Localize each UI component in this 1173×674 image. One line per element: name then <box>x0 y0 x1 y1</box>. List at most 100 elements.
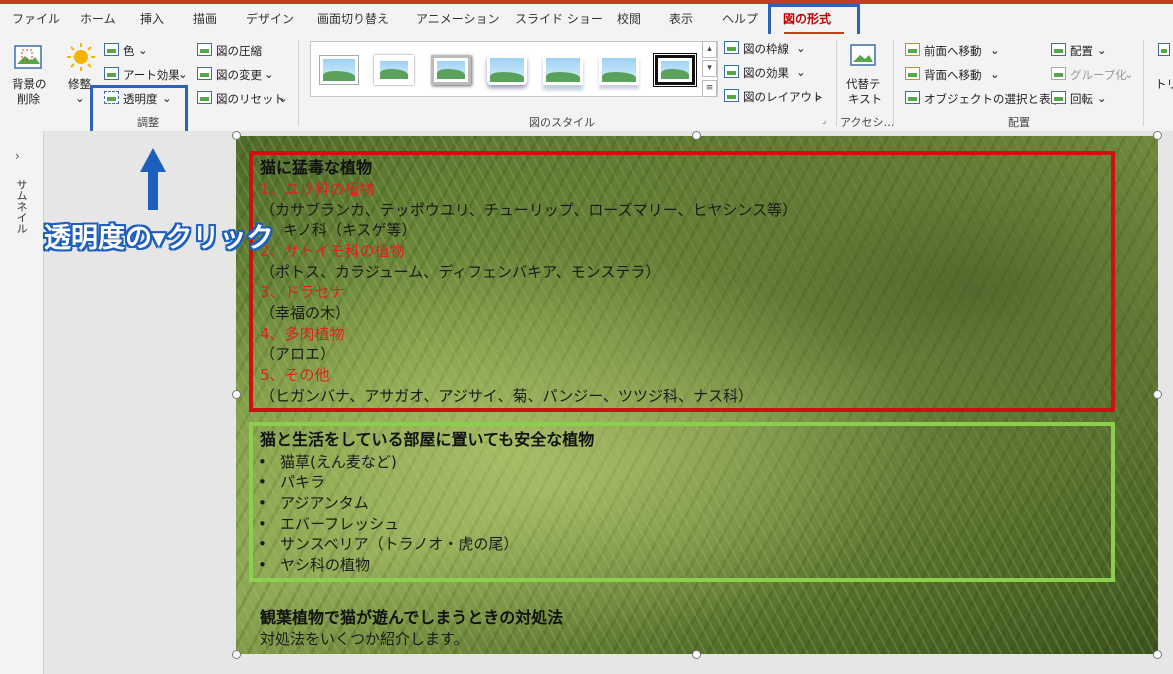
expand-chevron-icon[interactable]: › <box>15 149 20 163</box>
style-thumbnail[interactable] <box>374 55 414 85</box>
reset-picture-button[interactable]: 図のリセット <box>216 91 285 107</box>
resize-handle[interactable] <box>232 390 241 399</box>
group-separator <box>298 40 299 126</box>
resize-handle[interactable] <box>1153 650 1162 659</box>
change-picture-icon <box>197 67 212 80</box>
align-button[interactable]: 配置 <box>1070 43 1093 59</box>
chevron-down-icon[interactable]: ⌄ <box>796 41 806 55</box>
alt-text-label-2[interactable]: キスト <box>848 91 882 107</box>
group-button[interactable]: グループ化 <box>1070 67 1127 83</box>
tab-file[interactable]: ファイル <box>12 4 60 34</box>
chevron-down-icon[interactable]: ⌄ <box>278 91 288 105</box>
style-thumbnail[interactable] <box>431 55 471 85</box>
selection-pane-button[interactable]: オブジェクトの選択と表示 <box>924 91 1062 107</box>
picture-border-button[interactable]: 図の枠線 <box>743 41 789 57</box>
chevron-down-icon[interactable]: ⌄ <box>990 43 1000 57</box>
tab-view[interactable]: 表示 <box>669 4 693 34</box>
style-thumbnail[interactable] <box>599 55 639 85</box>
chevron-down-icon[interactable]: ⌄ <box>1124 67 1134 81</box>
send-backward-button[interactable]: 背面へ移動 <box>924 67 982 83</box>
style-thumbnail[interactable] <box>319 55 359 85</box>
remove-background-label-1[interactable]: 背景の <box>12 76 47 92</box>
style-thumbnail[interactable] <box>653 53 697 87</box>
change-picture-button[interactable]: 図の変更 <box>216 67 262 83</box>
gallery-scroll-down[interactable]: ▾ <box>702 60 717 77</box>
selection-pane-icon <box>905 91 920 104</box>
safe-plant-item: エバーフレッシュ <box>258 514 399 535</box>
artistic-effects-icon <box>104 67 119 80</box>
rotate-button[interactable]: 回転 <box>1070 91 1093 107</box>
toxic-line: 1、ユリ科の植物 <box>260 180 375 198</box>
picture-layout-button[interactable]: 図のレイアウト <box>743 89 824 105</box>
toxic-line: 2、サトイモ科の植物 <box>260 242 405 260</box>
crop-button[interactable]: トリ <box>1155 76 1173 92</box>
sun-icon <box>67 43 95 71</box>
toxic-line: （アロエ） <box>260 345 336 363</box>
thumbnail-pane-label: サムネイル <box>15 179 28 234</box>
tab-insert[interactable]: 挿入 <box>140 4 164 34</box>
tab-help[interactable]: ヘルプ <box>722 4 758 34</box>
picture-styles-gallery[interactable] <box>310 41 718 97</box>
remove-background-label-2[interactable]: 削除 <box>17 91 40 107</box>
tab-animations[interactable]: アニメーション <box>416 4 500 34</box>
send-backward-icon <box>905 67 920 80</box>
safe-plant-item: パキラ <box>258 472 325 493</box>
toxic-line: 5、その他 <box>260 366 330 384</box>
thumbnail-pane[interactable]: › サムネイル <box>0 131 44 674</box>
alt-text-label-1[interactable]: 代替テ <box>846 76 881 92</box>
chevron-down-icon[interactable]: ⌄ <box>796 65 806 79</box>
handling-body: 対処法をいくつか紹介します。 <box>260 630 469 648</box>
color-button[interactable]: 色 <box>123 43 135 59</box>
chevron-down-icon[interactable]: ⌄ <box>990 67 1000 81</box>
chevron-down-icon[interactable]: ⌄ <box>264 67 274 81</box>
resize-handle[interactable] <box>1153 131 1162 140</box>
gallery-scroll-up[interactable]: ▴ <box>702 41 717 58</box>
picture-effects-icon <box>724 65 739 78</box>
toxic-line: （カサブランカ、テッポウユリ、チューリップ、ローズマリー、ヒヤシンス等） <box>260 201 798 219</box>
group-label-arrange: 配置 <box>1008 116 1030 129</box>
dialog-launcher-icon[interactable]: ⌟ <box>822 116 826 126</box>
crop-icon <box>1158 43 1170 56</box>
tab-review[interactable]: 校閲 <box>617 4 641 34</box>
resize-handle[interactable] <box>1153 390 1162 399</box>
chevron-down-icon[interactable]: ⌄ <box>178 67 188 81</box>
safe-plant-item: アジアンタム <box>258 493 369 514</box>
chevron-down-icon[interactable]: ⌄ <box>75 91 85 105</box>
bring-forward-icon <box>905 43 920 56</box>
section-title-toxic: 猫に猛毒な植物 <box>260 158 373 177</box>
resize-handle[interactable] <box>692 650 701 659</box>
tab-transitions[interactable]: 画面切り替え <box>317 4 389 34</box>
toxic-line: 4、多肉植物 <box>260 325 345 343</box>
toxic-line: （幸福の木） <box>260 304 351 322</box>
style-thumbnail[interactable] <box>487 55 527 85</box>
style-thumbnail[interactable] <box>543 55 583 85</box>
resize-handle[interactable] <box>232 650 241 659</box>
align-icon <box>1051 43 1066 56</box>
picture-layout-icon <box>724 89 739 102</box>
group-icon <box>1051 67 1066 80</box>
color-icon <box>104 43 119 56</box>
resize-handle[interactable] <box>232 131 241 140</box>
reset-picture-icon <box>197 91 212 104</box>
tab-draw[interactable]: 描画 <box>193 4 217 34</box>
picture-border-icon <box>724 41 739 54</box>
ribbon-tab-bar: ファイル ホーム 挿入 描画 デザイン 画面切り替え アニメーション スライド … <box>0 4 1173 35</box>
tab-design[interactable]: デザイン <box>246 4 294 34</box>
resize-handle[interactable] <box>692 131 701 140</box>
tab-home[interactable]: ホーム <box>80 4 116 34</box>
gallery-more[interactable]: ≡ <box>702 80 717 97</box>
corrections-button[interactable]: 修整 <box>68 76 91 92</box>
toxic-line: 3、ドラセナ <box>260 283 345 301</box>
rotate-icon <box>1051 91 1066 104</box>
chevron-down-icon[interactable]: ⌄ <box>813 89 823 103</box>
alt-text-icon <box>850 44 876 66</box>
bring-forward-button[interactable]: 前面へ移動 <box>924 43 982 59</box>
artistic-effects-button[interactable]: アート効果 <box>123 67 180 83</box>
chevron-down-icon[interactable]: ⌄ <box>1097 91 1107 105</box>
chevron-down-icon[interactable]: ⌄ <box>138 43 148 57</box>
compress-pictures-button[interactable]: 図の圧縮 <box>216 43 262 59</box>
toxic-line: （ポトス、カラジューム、ディフェンバキア、モンステラ） <box>260 263 661 281</box>
chevron-down-icon[interactable]: ⌄ <box>1097 43 1107 57</box>
picture-effects-button[interactable]: 図の効果 <box>743 65 789 81</box>
tab-slideshow[interactable]: スライド ショー <box>515 4 603 34</box>
